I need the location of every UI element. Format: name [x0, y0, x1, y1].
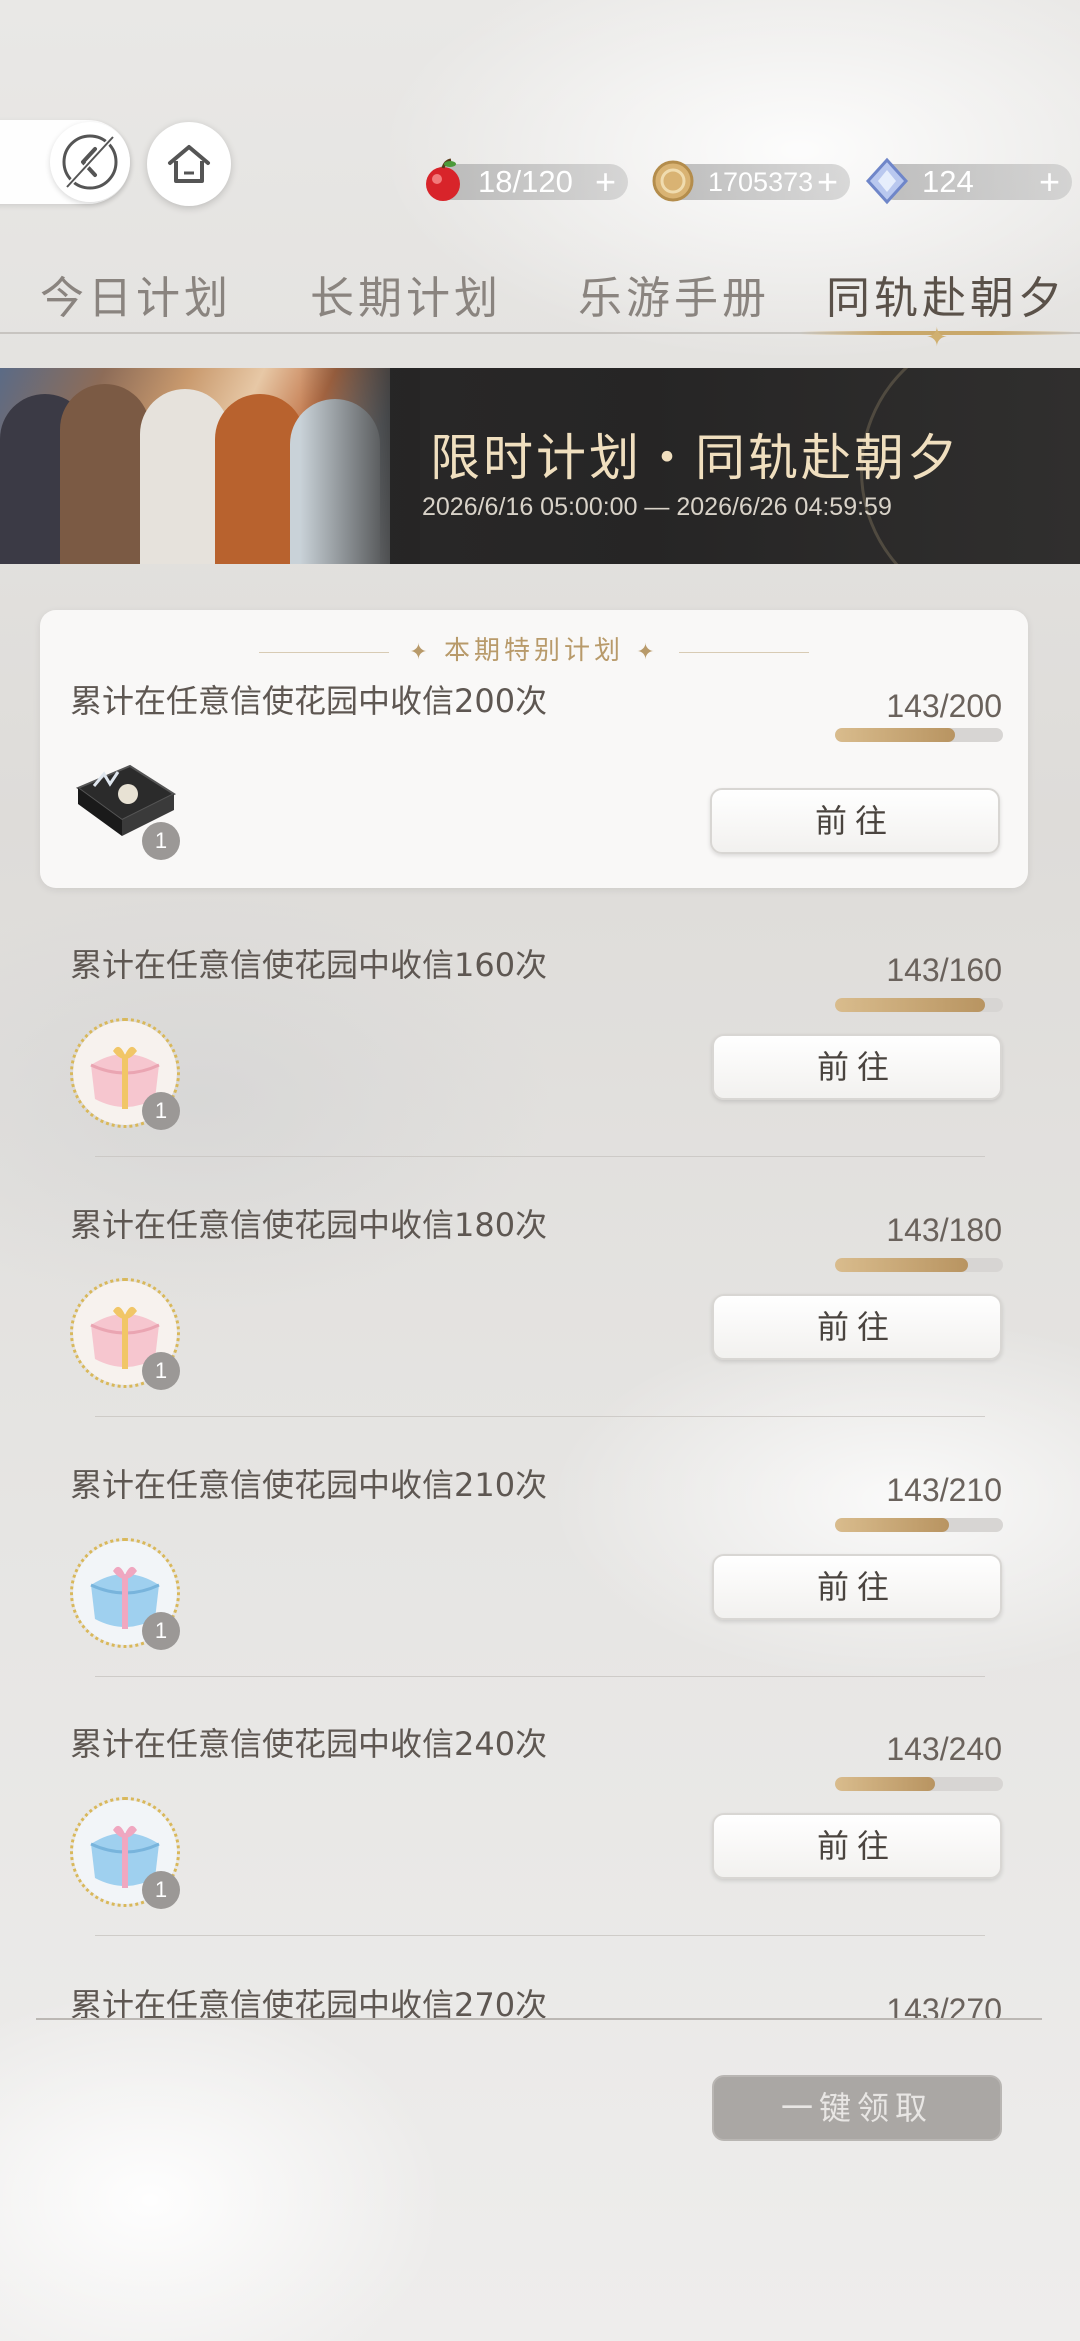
clipped-task-area: 累计在任意信使花园中收信270次 143/270 [0, 1970, 1080, 2018]
special-plan-label: 本期特别计划 [443, 636, 624, 666]
event-banner: 限时计划・同轨赴朝夕 2026/6/16 05:00:00 — 2026/6/2… [0, 368, 1080, 564]
task-progress-count: 143/180 [886, 1212, 1002, 1248]
claim-all-button[interactable]: 一键领取 [712, 2075, 1002, 2141]
task-progress-count: 143/210 [886, 1472, 1002, 1508]
task-progress-bar [835, 1258, 1003, 1272]
tab-today[interactable]: 今日计划 [40, 262, 232, 326]
task-title: 累计在任意信使花园中收信180次 [70, 1206, 548, 1244]
reward-quantity-badge: 1 [142, 822, 180, 860]
apple-icon [426, 158, 460, 201]
task-row: 累计在任意信使花园中收信160次 143/160 1 前往 [0, 940, 1080, 1200]
back-arrow-icon [62, 134, 118, 190]
reward-quantity-badge: 1 [142, 1092, 180, 1130]
back-button[interactable] [50, 122, 130, 202]
task-progress-bar [835, 1518, 1003, 1532]
row-divider [95, 1156, 985, 1157]
special-plan-header: ✦ 本期特别计划 ✦ [40, 630, 1028, 667]
banner-date-range: 2026/6/16 05:00:00 — 2026/6/26 04:59:59 [422, 493, 892, 521]
progress-fill [835, 998, 986, 1012]
coin-plus-button[interactable]: + [817, 161, 838, 203]
banner-title: 限时计划・同轨赴朝夕 [430, 429, 960, 487]
task-progress-count: 143/240 [886, 1731, 1002, 1767]
task-progress-bar [835, 1777, 1003, 1791]
tab-long-term[interactable]: 长期计划 [310, 262, 502, 326]
crystal-icon [865, 157, 909, 205]
task-title: 累计在任意信使花园中收信210次 [70, 1466, 548, 1504]
home-button[interactable] [147, 122, 231, 206]
task-progress-count: 143/200 [886, 688, 1002, 724]
progress-fill [835, 1777, 936, 1791]
coin-counter[interactable]: 1705373 + [652, 160, 850, 203]
task-progress-count: 143/270 [886, 1992, 1002, 2018]
task-row: 累计在任意信使花园中收信210次 143/210 1 前往 [0, 1460, 1080, 1720]
task-title: 累计在任意信使花园中收信200次 [70, 682, 548, 720]
row-divider [95, 1935, 985, 1936]
coin-value: 1705373 [708, 166, 814, 197]
banner-fade [300, 368, 420, 564]
reward-quantity-badge: 1 [142, 1352, 180, 1390]
row-divider [95, 1416, 985, 1417]
task-row: 累计在任意信使花园中收信270次 143/270 [0, 1980, 1080, 2018]
stamina-value: 18/120 [478, 164, 573, 199]
reward-quantity-badge: 1 [142, 1612, 180, 1650]
stamina-counter[interactable]: 18/120 + [426, 158, 628, 203]
list-bottom-border [36, 2018, 1042, 2020]
crystal-value: 124 [922, 164, 974, 199]
task-progress-count: 143/160 [886, 952, 1002, 988]
plan-tabs: 今日计划 长期计划 乐游手册 同轨赴朝夕 [0, 262, 1080, 342]
sparkle-icon: ✦ [926, 323, 948, 353]
tab-handbook[interactable]: 乐游手册 [578, 262, 770, 326]
stamina-plus-button[interactable]: + [595, 161, 616, 203]
task-title: 累计在任意信使花园中收信240次 [70, 1725, 548, 1763]
task-row: 累计在任意信使花园中收信240次 143/240 1 前往 [0, 1719, 1080, 1979]
task-progress-bar [835, 998, 1003, 1012]
coin-icon [652, 160, 694, 202]
go-button[interactable]: 前往 [712, 1554, 1002, 1620]
task-title: 累计在任意信使花园中收信160次 [70, 946, 548, 984]
crystal-plus-button[interactable]: + [1039, 161, 1060, 203]
go-button[interactable]: 前往 [712, 1813, 1002, 1879]
special-task: 累计在任意信使花园中收信200次 143/200 1 前往 [0, 676, 1080, 936]
top-bar: 18/120 + 1705373 + 124 + [0, 0, 1080, 230]
tab-event[interactable]: 同轨赴朝夕 [826, 262, 1066, 326]
task-row: 累计在任意信使花园中收信180次 143/180 1 前往 [0, 1200, 1080, 1460]
reward-quantity-badge: 1 [142, 1871, 180, 1909]
task-progress-bar [835, 728, 1003, 742]
progress-fill [835, 1518, 950, 1532]
crystal-counter[interactable]: 124 + [865, 157, 1072, 205]
progress-fill [835, 728, 956, 742]
progress-fill [835, 1258, 969, 1272]
home-icon [168, 145, 210, 183]
go-button[interactable]: 前往 [710, 788, 1000, 854]
row-divider [95, 1676, 985, 1677]
go-button[interactable]: 前往 [712, 1034, 1002, 1100]
go-button[interactable]: 前往 [712, 1294, 1002, 1360]
task-title: 累计在任意信使花园中收信270次 [70, 1986, 548, 2018]
